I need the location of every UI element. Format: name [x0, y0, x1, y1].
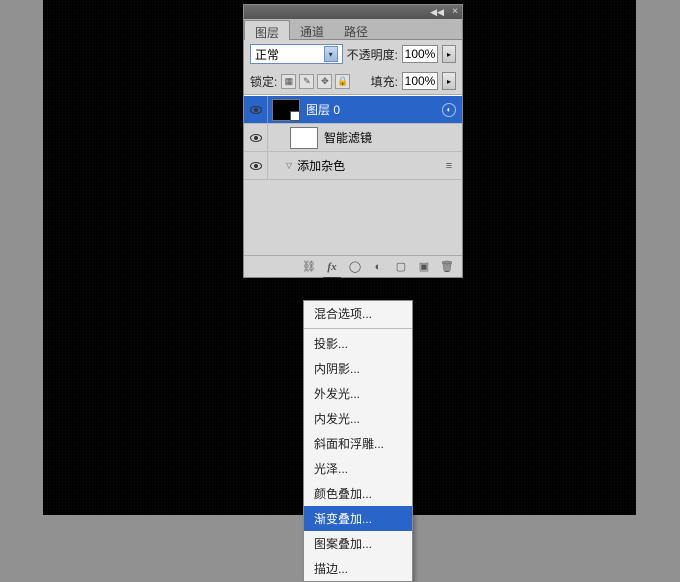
panel-footer: ⛓ fx ◯ ◐ ▢ ▣ 🗑 [244, 255, 462, 277]
link-layers-icon[interactable]: ⛓ [298, 259, 320, 275]
fill-label: 填充: [371, 73, 398, 90]
chevron-down-icon: ▾ [324, 46, 338, 62]
opacity-flyout-icon[interactable]: ▸ [442, 45, 456, 63]
menu-drop-shadow[interactable]: 投影... [304, 331, 412, 356]
smart-filters-label: 智能滤镜 [322, 129, 462, 146]
panel-tabs: 图层 通道 路径 [244, 19, 462, 40]
tab-paths[interactable]: 路径 [334, 20, 378, 40]
menu-stroke[interactable]: 描边... [304, 556, 412, 581]
menu-gradient-overlay[interactable]: 渐变叠加... [304, 506, 412, 531]
lock-transparency-icon[interactable]: ▦ [281, 74, 296, 89]
menu-separator [304, 328, 412, 329]
layer-name: 图层 0 [304, 101, 442, 118]
opacity-label: 不透明度: [347, 46, 398, 63]
new-layer-icon[interactable]: ▣ [413, 259, 435, 275]
fill-value[interactable]: 100% [402, 72, 438, 90]
layers-panel: ◀◀ × 图层 通道 路径 正常 ▾ 不透明度: 100% ▸ 锁定: ▦ ✎ … [243, 4, 463, 278]
layer-row-filter[interactable]: ▽ 添加杂色 ≡ [244, 152, 462, 180]
eye-icon[interactable] [250, 134, 262, 142]
menu-blending-options[interactable]: 混合选项... [304, 301, 412, 326]
menu-pattern-overlay[interactable]: 图案叠加... [304, 531, 412, 556]
menu-bevel-emboss[interactable]: 斜面和浮雕... [304, 431, 412, 456]
opacity-value[interactable]: 100% [402, 45, 438, 63]
eye-icon[interactable] [250, 106, 262, 114]
filter-edit-icon[interactable]: ≡ [440, 160, 458, 172]
adjustment-layer-icon[interactable]: ◐ [367, 259, 389, 275]
layer-thumbnail[interactable] [272, 99, 300, 121]
lock-label: 锁定: [250, 73, 277, 90]
collapse-icon[interactable]: ◀◀ [430, 7, 444, 18]
blend-row: 正常 ▾ 不透明度: 100% ▸ [244, 40, 462, 68]
filter-name: 添加杂色 [295, 157, 440, 174]
layer-row-smartfilters[interactable]: 智能滤镜 [244, 124, 462, 152]
layer-list: 图层 0 ◐ 智能滤镜 ▽ 添加杂色 ≡ [244, 95, 462, 255]
menu-color-overlay[interactable]: 颜色叠加... [304, 481, 412, 506]
lock-icons: ▦ ✎ ✥ 🔒 [281, 74, 350, 89]
smart-object-icon: ◐ [442, 103, 456, 117]
menu-inner-glow[interactable]: 内发光... [304, 406, 412, 431]
tab-layers[interactable]: 图层 [244, 20, 290, 40]
fill-flyout-icon[interactable]: ▸ [442, 72, 456, 90]
triangle-icon: ▽ [286, 161, 292, 170]
lock-all-icon[interactable]: 🔒 [335, 74, 350, 89]
layer-row-0[interactable]: 图层 0 ◐ [244, 96, 462, 124]
filter-mask-thumbnail[interactable] [290, 127, 318, 149]
menu-inner-shadow[interactable]: 内阴影... [304, 356, 412, 381]
menu-outer-glow[interactable]: 外发光... [304, 381, 412, 406]
panel-header[interactable]: ◀◀ × [244, 5, 462, 19]
tab-channels[interactable]: 通道 [290, 20, 334, 40]
layer-style-menu: 混合选项... 投影... 内阴影... 外发光... 内发光... 斜面和浮雕… [303, 300, 413, 582]
group-icon[interactable]: ▢ [390, 259, 412, 275]
eye-icon[interactable] [250, 162, 262, 170]
layer-mask-icon[interactable]: ◯ [344, 259, 366, 275]
blend-mode-value: 正常 [255, 46, 279, 63]
close-icon[interactable]: × [452, 6, 458, 17]
blend-mode-select[interactable]: 正常 ▾ [250, 44, 343, 64]
menu-satin[interactable]: 光泽... [304, 456, 412, 481]
layer-style-icon[interactable]: fx [321, 259, 343, 275]
lock-position-icon[interactable]: ✥ [317, 74, 332, 89]
delete-layer-icon[interactable]: 🗑 [436, 259, 458, 275]
lock-pixels-icon[interactable]: ✎ [299, 74, 314, 89]
lock-row: 锁定: ▦ ✎ ✥ 🔒 填充: 100% ▸ [244, 68, 462, 95]
